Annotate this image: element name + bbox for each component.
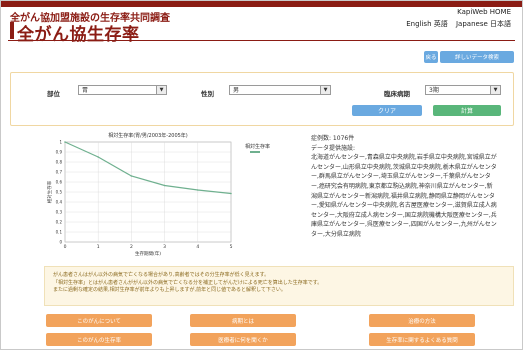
legend-label: 相対生存率 [245,144,271,150]
note-line-2: 「相対生存率」とはがん患者さんががん以外の病気で亡くなる分を補正してがんだけによ… [53,279,323,286]
site-label: 部位 [47,90,60,98]
x-tick-label: 0 [64,244,67,250]
x-axis-label: 生存期間(年) [135,250,161,257]
header-divider [8,40,515,41]
facility-source-label: データ提供施設: [311,144,356,152]
survival-rate-button[interactable]: このがんの生存率 [46,333,152,346]
ask-doctor-button[interactable]: 医療者に何を聞くか [190,333,296,346]
note-line-3: またに過剰な確定の結果,相対生存率が前年よりも上昇しますが,前年と同じ値であると… [53,287,286,293]
sex-select[interactable]: 男 ▼ [229,85,331,95]
sex-select-value: 男 [233,87,240,94]
site-select-value: 胃 [82,87,89,94]
y-tick-label: 1 [59,140,62,145]
chevron-down-icon: ▼ [490,86,500,94]
about-cancer-button[interactable]: このがんについて [46,314,152,327]
stage-label: 臨床病期 [384,90,410,98]
x-tick-label: 5 [230,244,233,250]
sex-label: 性別 [201,90,214,98]
case-count: 症例数: 1076件 [311,135,355,142]
search-form [10,72,514,126]
x-tick-label: 4 [196,244,199,250]
explanation-note: がん患者さんはがん以外の病気で亡くなる場合があり,高齢者ではその分生存率が低く見… [44,266,514,306]
y-tick-label: 0 [59,240,62,245]
x-tick-label: 3 [163,244,166,250]
treatment-button[interactable]: 治療の方法 [369,314,475,327]
y-axis-label: 相対生存率 [46,180,53,203]
language-switcher: English 英語 Japanese 日本語 [400,19,511,29]
site-select[interactable]: 胃 ▼ [78,85,167,95]
x-tick-label: 2 [130,244,133,250]
x-tick-label: 1 [97,244,100,250]
clear-button[interactable]: クリア [352,105,422,116]
y-tick-label: 0.3 [56,210,63,215]
facility-info: 症例数: 1076件 データ提供施設: 北海道がんセンター,青森県立中央病院,岩… [311,134,497,240]
stage-info-button[interactable]: 病期とは [190,314,296,327]
detail-search-button[interactable]: 詳しいデータ検索 [440,51,514,63]
note-line-1: がん患者さんはがん以外の病気で亡くなる場合があり,高齢者ではその分生存率が低く見… [53,272,270,278]
y-tick-label: 0.5 [56,190,63,195]
data-point [97,156,99,158]
y-tick-label: 0.9 [56,150,63,155]
chart-title: 相対生存率(胃/男/2003年-2005年) [108,132,188,139]
y-tick-label: 0.6 [56,180,63,185]
y-tick-label: 0.8 [56,160,63,165]
page-title: 全がん協生存率 [17,25,140,45]
back-button[interactable]: 戻る [424,51,438,63]
top-accent-bar [1,1,522,7]
stage-select[interactable]: 3期 ▼ [425,85,501,95]
legend-line-swatch [250,151,260,153]
survival-chart: 0 0.1 0.2 0.3 0.4 0.5 0.6 0.7 0.8 0.9 1 0 1 2 3 4 5 相対生存率… [46,130,236,260]
title-accent-bar [10,22,14,39]
stage-select-value: 3期 [429,87,439,94]
y-tick-label: 0.4 [56,200,63,205]
y-tick-label: 0.2 [56,220,63,225]
lang-english-link[interactable]: English 英語 [406,20,448,28]
y-tick-label: 0.1 [56,230,63,235]
data-point [130,175,133,177]
facility-list: 北海道がんセンター,青森県立中央病院,岩手県立中央病院,宮城県立がんセンター,山… [311,154,497,238]
data-point [197,189,199,191]
lang-japanese-link[interactable]: Japanese 日本語 [456,20,511,28]
chevron-down-icon: ▼ [320,86,330,94]
data-point [230,192,232,195]
home-link[interactable]: KapiWeb HOME [457,8,511,16]
y-tick-label: 0.7 [56,170,63,175]
chevron-down-icon: ▼ [156,86,166,94]
calculate-button[interactable]: 計算 [433,105,501,116]
data-point [163,184,166,187]
data-point [64,141,66,143]
faq-button[interactable]: 生存率に関するよくある質問 [369,333,475,346]
survival-chart-svg: 0 0.1 0.2 0.3 0.4 0.5 0.6 0.7 0.8 0.9 1 0 1 2 3 4 5 相対生存率… [46,132,233,257]
